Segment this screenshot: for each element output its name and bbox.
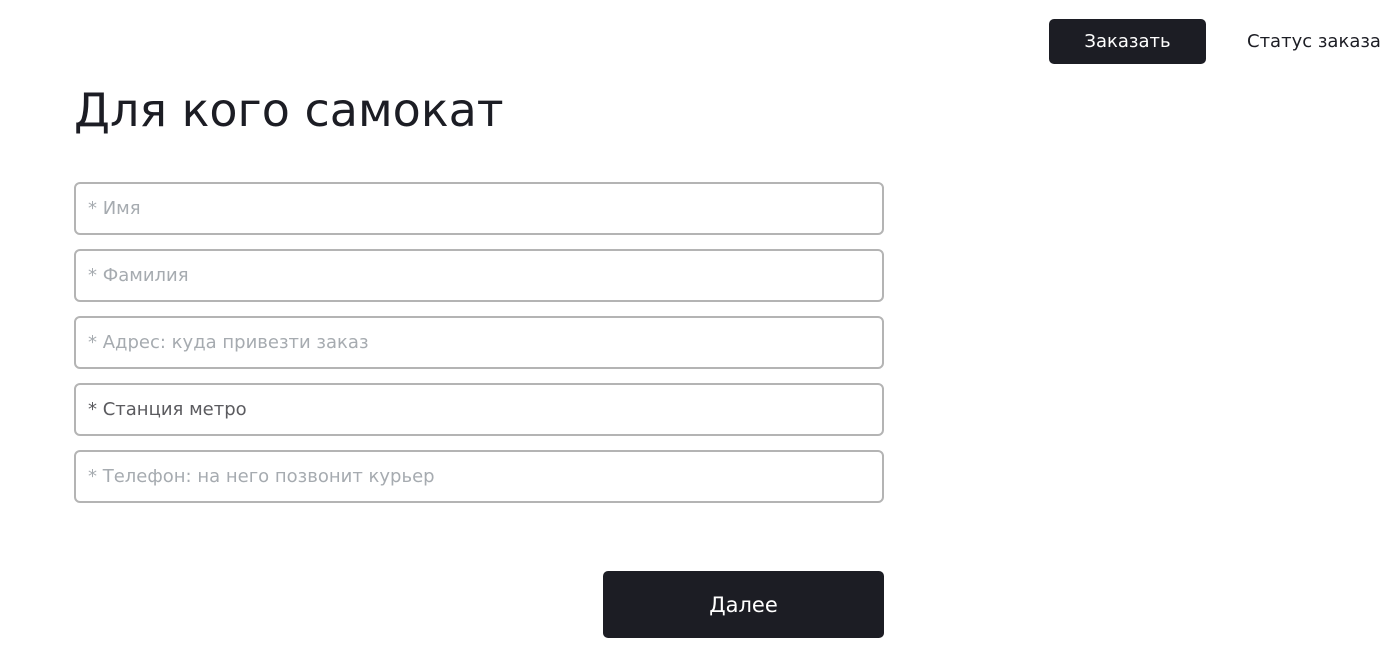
next-button[interactable]: Далее bbox=[603, 571, 884, 638]
order-button[interactable]: Заказать bbox=[1049, 19, 1206, 64]
metro-station-select[interactable]: * Станция метро bbox=[74, 383, 884, 436]
order-status-link[interactable]: Статус заказа bbox=[1247, 19, 1381, 64]
first-name-input[interactable] bbox=[74, 182, 884, 235]
page-title: Для кого самокат bbox=[74, 83, 504, 137]
address-input[interactable] bbox=[74, 316, 884, 369]
order-form: * Станция метро bbox=[74, 182, 884, 517]
phone-input[interactable] bbox=[74, 450, 884, 503]
metro-station-placeholder: * Станция метро bbox=[88, 399, 247, 420]
last-name-input[interactable] bbox=[74, 249, 884, 302]
